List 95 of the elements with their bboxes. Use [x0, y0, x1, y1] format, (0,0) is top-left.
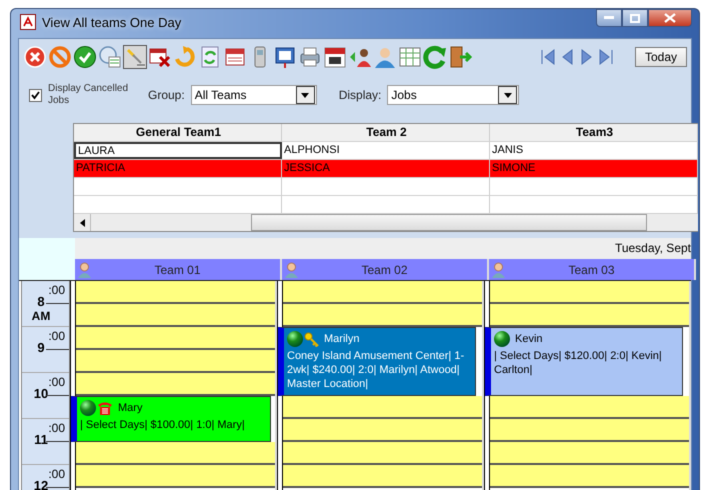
close-icon: [664, 13, 676, 23]
refresh-icon[interactable]: [423, 45, 447, 69]
appointment-card[interactable]: Kevin | Select Days| $120.00| 2:0| Kevin| Carlton|: [485, 327, 683, 396]
appointment-details: | Select Days| $120.00| 2:0| Kevin| Carlton|: [494, 349, 663, 377]
time-slot[interactable]: [283, 281, 482, 304]
group-label: Group:: [148, 88, 185, 102]
time-slot[interactable]: [283, 419, 482, 442]
clock-calendar-icon[interactable]: [98, 45, 122, 69]
minimize-button[interactable]: [596, 9, 622, 27]
last-page-icon[interactable]: [597, 48, 614, 66]
hour-label: 8: [36, 294, 46, 309]
person-icon: [285, 262, 298, 278]
minute-label: :00: [48, 467, 65, 481]
time-slot[interactable]: [76, 281, 275, 304]
ball-icon: [494, 331, 510, 347]
checkbox[interactable]: [29, 88, 42, 102]
table-cell[interactable]: JANIS: [490, 142, 698, 159]
ball-icon: [80, 400, 96, 416]
appointment-name: Mary: [118, 401, 142, 415]
maximize-button[interactable]: [622, 9, 648, 27]
minute-label: :00: [48, 421, 65, 435]
hour-label: 9: [36, 340, 46, 355]
time-slot[interactable]: [76, 327, 275, 350]
appointment-name: Marilyn: [324, 332, 360, 346]
table-cell[interactable]: JESSICA: [282, 160, 490, 177]
time-slot[interactable]: [490, 442, 689, 465]
team-name: Team 01: [153, 262, 202, 276]
time-slot[interactable]: [76, 465, 275, 488]
dropdown-arrow-icon: [301, 92, 310, 98]
display-dropdown[interactable]: Jobs: [387, 85, 520, 105]
appointment-details: Coney Island Amusement Center| 1-2wk| $240.00| 2:0| Marilyn| Atwood| Master Location|: [287, 349, 466, 391]
pushpin-icon[interactable]: [123, 45, 147, 69]
time-slot[interactable]: [490, 465, 689, 488]
scrollbar-thumb[interactable]: [251, 214, 647, 231]
spreadsheet-icon[interactable]: [398, 45, 422, 69]
person-icon: [78, 262, 91, 278]
team-name: Team 02: [360, 262, 409, 276]
close-button[interactable]: [648, 9, 692, 27]
team-name: Team 03: [567, 262, 616, 276]
minimize-icon: [604, 16, 614, 20]
table-cell[interactable]: PATRICIA: [74, 160, 282, 177]
printer-icon[interactable]: [298, 45, 322, 69]
time-slot[interactable]: [490, 419, 689, 442]
first-page-icon[interactable]: [540, 48, 557, 66]
corner-panel: [19, 238, 75, 259]
time-slot[interactable]: [490, 396, 689, 419]
date-label: Tuesday, Sept: [614, 240, 691, 257]
time-slot[interactable]: [76, 442, 275, 465]
group-dropdown[interactable]: All Teams: [190, 85, 317, 105]
hour-label: 11: [33, 432, 49, 447]
column-header[interactable]: General Team1: [74, 124, 282, 141]
time-slot[interactable]: [76, 304, 275, 327]
app-icon: [20, 14, 36, 30]
time-slot[interactable]: [283, 304, 482, 327]
appointment-card[interactable]: Marilyn Coney Island Amusement Center| 1-2wk| $240.00| 2:0| Marilyn| Atwood| Master Location|: [278, 327, 476, 396]
window-title: View All teams One Day: [42, 14, 182, 30]
dropdown-arrow-icon: [504, 92, 512, 98]
calendar-date-icon[interactable]: [323, 45, 347, 69]
person-icon[interactable]: [373, 45, 397, 69]
am-pm-label: AM: [30, 309, 52, 323]
column-header[interactable]: Team 2: [282, 124, 490, 141]
table-cell[interactable]: LAURA: [74, 142, 282, 159]
time-slot[interactable]: [76, 373, 275, 396]
minute-label: :00: [48, 375, 65, 389]
table-cell[interactable]: ALPHONSI: [282, 142, 490, 159]
time-slot[interactable]: [490, 281, 689, 304]
check-icon[interactable]: [73, 45, 97, 69]
appointment-card[interactable]: Mary | Select Days| $100.00| 1:0| Mary|: [71, 396, 271, 442]
person-icon: [492, 262, 505, 278]
display-label: Display:: [338, 88, 382, 102]
exit-door-icon[interactable]: [448, 45, 472, 69]
telephone-icon: [97, 401, 113, 415]
cancel-icon[interactable]: [23, 45, 47, 69]
minute-label: :00: [48, 283, 65, 297]
checkbox-label: Display Cancelled Jobs: [48, 83, 130, 107]
time-slot[interactable]: [490, 304, 689, 327]
appointment-details: | Select Days| $100.00| 1:0| Mary|: [80, 418, 246, 432]
corner-panel: [19, 259, 75, 280]
scroll-left-icon[interactable]: [80, 218, 84, 226]
table-cell[interactable]: SIMONE: [490, 160, 698, 177]
ball-icon: [287, 331, 303, 347]
hour-label: 12: [32, 478, 50, 490]
presentation-board-icon[interactable]: [273, 45, 297, 69]
hour-label: 10: [32, 386, 50, 401]
time-slot[interactable]: [76, 350, 275, 373]
time-slot[interactable]: [283, 396, 482, 419]
minute-label: :00: [48, 329, 65, 343]
time-slot[interactable]: [283, 442, 482, 465]
today-button[interactable]: Today: [635, 47, 687, 67]
time-slot[interactable]: [283, 465, 482, 488]
appointment-name: Kevin: [515, 332, 543, 346]
horizontal-scrollbar[interactable]: [74, 214, 698, 231]
column-header[interactable]: Team3: [490, 124, 698, 141]
key-icon: [304, 332, 319, 346]
maximize-icon: [630, 14, 640, 22]
